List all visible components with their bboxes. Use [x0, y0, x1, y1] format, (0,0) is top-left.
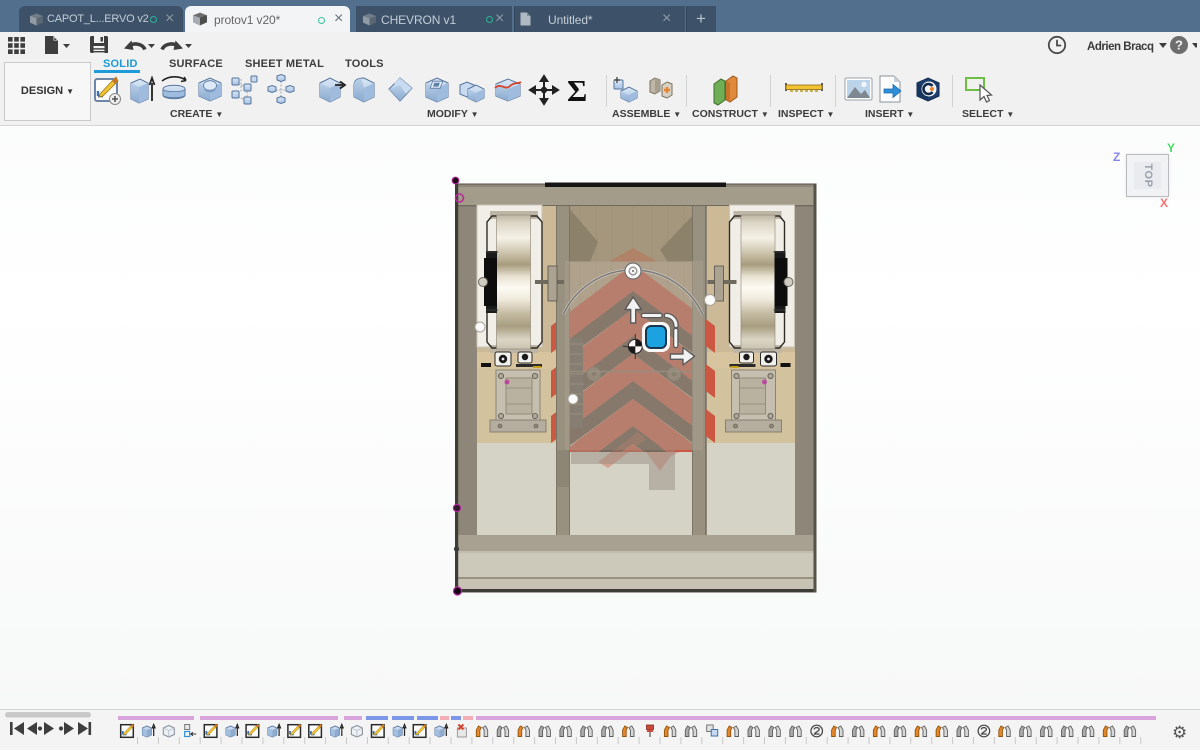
svg-text:⚙: ⚙	[1172, 723, 1187, 742]
svg-text:Adrien Bracq: Adrien Bracq	[1087, 41, 1154, 53]
svg-text:Σ: Σ	[567, 73, 587, 108]
svg-text:?: ?	[1175, 38, 1183, 53]
